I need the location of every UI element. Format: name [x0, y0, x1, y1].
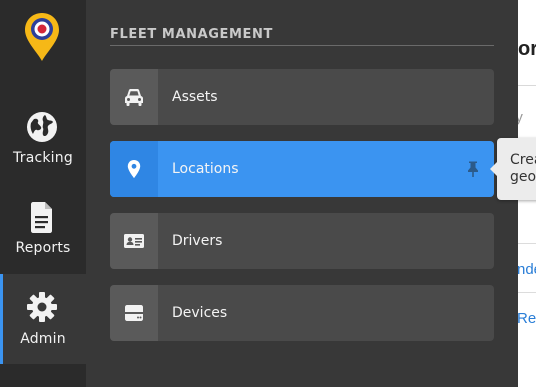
tooltip: Creageof [490, 138, 536, 200]
nav-label-admin: Admin [20, 331, 66, 347]
nav-item-admin[interactable]: Admin [0, 274, 86, 364]
menu-icon-box [110, 213, 158, 269]
table-row-divider [518, 292, 536, 293]
section-divider [110, 45, 494, 46]
app-logo [24, 12, 60, 62]
menu-icon-box [110, 141, 158, 197]
background-link[interactable]: Ren [517, 310, 536, 327]
storage-device-icon [125, 305, 143, 321]
globe-icon [27, 112, 57, 142]
car-icon [125, 89, 143, 106]
background-page-title: or [518, 38, 536, 60]
section-title: FLEET MANAGEMENT [110, 27, 273, 42]
menu-item-drivers[interactable]: Drivers [110, 213, 494, 269]
menu-icon-box [110, 69, 158, 125]
gear-icon [27, 292, 57, 322]
menu-label-assets: Assets [172, 89, 218, 105]
location-pin-icon [127, 160, 141, 178]
background-table [518, 85, 536, 391]
menu-label-locations: Locations [172, 161, 239, 177]
nav-item-tracking[interactable]: Tracking [0, 110, 86, 198]
nav-label-reports: Reports [15, 240, 71, 256]
id-card-icon [124, 234, 144, 248]
menu-item-locations[interactable]: Locations [110, 141, 494, 197]
menu-label-drivers: Drivers [172, 233, 223, 249]
tooltip-text: Creageof [510, 152, 536, 185]
background-link[interactable]: nde [517, 261, 536, 278]
document-icon [31, 202, 52, 233]
menu-icon-box [110, 285, 158, 341]
nav-label-tracking: Tracking [13, 150, 73, 166]
pin-icon[interactable] [464, 160, 482, 178]
menu-label-devices: Devices [172, 305, 228, 321]
menu-item-assets[interactable]: Assets [110, 69, 494, 125]
admin-flyout-panel: FLEET MANAGEMENT Assets Locations Driver… [86, 0, 518, 387]
table-row-divider [518, 243, 536, 244]
location-logo-icon [25, 13, 59, 61]
menu-item-devices[interactable]: Devices [110, 285, 494, 341]
main-nav-rail: Tracking Reports Admin [0, 0, 86, 387]
